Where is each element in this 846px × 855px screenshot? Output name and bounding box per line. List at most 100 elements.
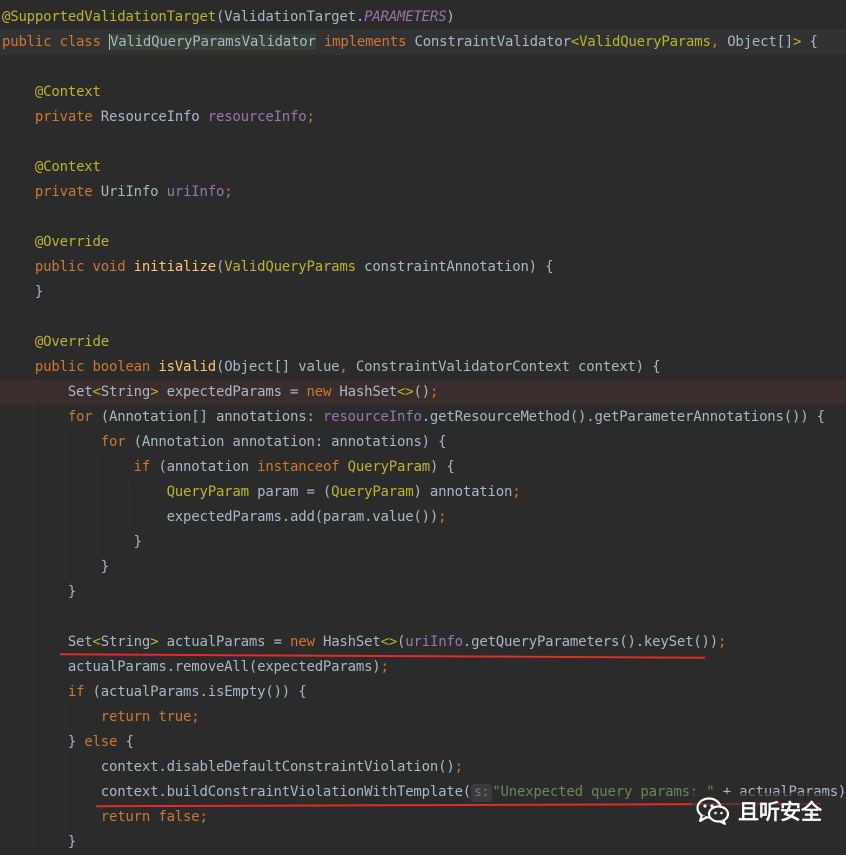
code-line[interactable]: for (Annotation annotation: annotations)… xyxy=(2,430,446,455)
code-token xyxy=(2,709,101,725)
code-token xyxy=(2,159,35,175)
annotation-token: < xyxy=(571,34,579,50)
code-line[interactable]: Set<String> expectedParams = new HashSet… xyxy=(2,380,438,405)
code-token: } xyxy=(2,834,76,850)
string-literal: "Unexpected query params: " xyxy=(492,784,714,800)
annotation-token: @Override xyxy=(35,334,109,350)
code-line[interactable]: } xyxy=(2,280,43,305)
code-token: } xyxy=(2,284,43,300)
code-line[interactable]: Set<String> actualParams = new HashSet<>… xyxy=(2,630,726,655)
code-token xyxy=(2,334,35,350)
code-token: ResourceInfo xyxy=(101,109,208,125)
watermark: 且听安全 xyxy=(692,793,826,829)
code-token xyxy=(2,234,35,250)
punctuation: ; xyxy=(438,509,446,525)
keyword: new xyxy=(307,384,340,400)
keyword: return true xyxy=(101,709,192,725)
code-line[interactable]: actualParams.removeAll(expectedParams); xyxy=(2,655,389,680)
keyword: if xyxy=(68,684,93,700)
punctuation: ; xyxy=(718,634,726,650)
code-token: param = ( xyxy=(249,484,331,500)
annotation-token: QueryParam xyxy=(167,484,249,500)
code-token: (ValidationTarget. xyxy=(216,9,364,25)
code-token: ) annotation xyxy=(413,484,512,500)
punctuation: ; xyxy=(455,759,463,775)
code-token xyxy=(2,259,35,275)
code-token: (Object[] value xyxy=(216,359,339,375)
annotation-token: QueryParam xyxy=(348,459,430,475)
code-line[interactable]: @Override xyxy=(2,230,109,255)
code-line[interactable]: @SupportedValidationTarget(ValidationTar… xyxy=(2,5,455,30)
code-token: (annotation xyxy=(158,459,257,475)
code-line[interactable]: public boolean isValid(Object[] value, C… xyxy=(2,355,660,380)
field-ref: resourceInfo xyxy=(323,409,422,425)
punctuation: ; xyxy=(307,109,315,125)
keyword: for xyxy=(101,434,134,450)
code-line[interactable]: @Context xyxy=(2,80,101,105)
code-token: () xyxy=(414,384,430,400)
code-token: { xyxy=(125,734,133,750)
code-line[interactable]: private ResourceInfo resourceInfo; xyxy=(2,105,315,130)
code-token: ( xyxy=(216,259,224,275)
code-line[interactable]: public class ValidQueryParamsValidator i… xyxy=(2,30,818,55)
code-token: Object[] xyxy=(727,34,793,50)
annotation-token: ValidQueryParams xyxy=(579,34,711,50)
code-line[interactable]: if (actualParams.isEmpty()) { xyxy=(2,680,306,705)
code-line[interactable]: public void initialize(ValidQueryParams … xyxy=(2,255,553,280)
watermark-text: 且听安全 xyxy=(738,796,822,826)
code-token: (actualParams.isEmpty()) { xyxy=(93,684,307,700)
code-line[interactable]: } xyxy=(2,555,109,580)
field-ref: uriInfo xyxy=(167,184,225,200)
keyword: else xyxy=(84,734,125,750)
code-editor[interactable]: @SupportedValidationTarget(ValidationTar… xyxy=(0,0,846,850)
code-token: HashSet xyxy=(323,634,381,650)
code-line[interactable]: return true; xyxy=(2,705,200,730)
annotation-token: ValidQueryParams xyxy=(224,259,356,275)
code-token: HashSet xyxy=(339,384,397,400)
punctuation: ; xyxy=(200,809,208,825)
selected-identifier: ValidQueryParamsValidator xyxy=(109,34,316,50)
code-line[interactable]: @Override xyxy=(2,330,109,355)
code-line[interactable]: if (annotation instanceof QueryParam) { xyxy=(2,455,455,480)
indent-guide xyxy=(33,380,34,850)
code-line[interactable]: context.disableDefaultConstraintViolatio… xyxy=(2,755,463,780)
code-token xyxy=(2,809,101,825)
code-token xyxy=(316,34,324,50)
code-token: Set xyxy=(2,634,93,650)
annotation-token: < xyxy=(93,384,101,400)
code-line[interactable]: @Context xyxy=(2,155,101,180)
code-token: .getResourceMethod().getParameterAnnotat… xyxy=(422,409,825,425)
code-line[interactable]: } xyxy=(2,530,142,555)
code-token: (Annotation annotation: annotations) { xyxy=(134,434,447,450)
code-line[interactable]: } xyxy=(2,580,76,605)
annotation-token: @Override xyxy=(35,234,109,250)
code-token xyxy=(2,459,134,475)
method-name: initialize xyxy=(134,259,216,275)
code-line[interactable]: expectedParams.add(param.value()); xyxy=(2,505,446,530)
field-ref: resourceInfo xyxy=(208,109,307,125)
annotation-token: @SupportedValidationTarget xyxy=(2,9,216,25)
code-token: } xyxy=(2,734,84,750)
code-token: { xyxy=(801,34,817,50)
code-token: ) xyxy=(446,9,454,25)
code-token: Set xyxy=(2,384,93,400)
code-token: } xyxy=(2,584,76,600)
keyword: public class xyxy=(2,34,109,50)
code-token xyxy=(2,84,35,100)
code-token xyxy=(2,484,167,500)
punctuation: ; xyxy=(224,184,232,200)
indent-guide xyxy=(65,705,66,725)
code-token: ) { xyxy=(430,459,455,475)
annotation-token: @Context xyxy=(35,159,101,175)
code-token: context.disableDefaultConstraintViolatio… xyxy=(2,759,455,775)
code-token xyxy=(2,184,35,200)
code-token: String xyxy=(101,634,150,650)
code-line[interactable]: for (Annotation[] annotations: resourceI… xyxy=(2,405,825,430)
code-line[interactable]: QueryParam param = (QueryParam) annotati… xyxy=(2,480,520,505)
code-line[interactable]: } else { xyxy=(2,730,134,755)
keyword: for xyxy=(68,409,101,425)
code-token: expectedParams = xyxy=(158,384,306,400)
punctuation: ; xyxy=(191,709,199,725)
code-line[interactable]: private UriInfo uriInfo; xyxy=(2,180,232,205)
code-token: ConstraintValidatorContext context) { xyxy=(356,359,660,375)
